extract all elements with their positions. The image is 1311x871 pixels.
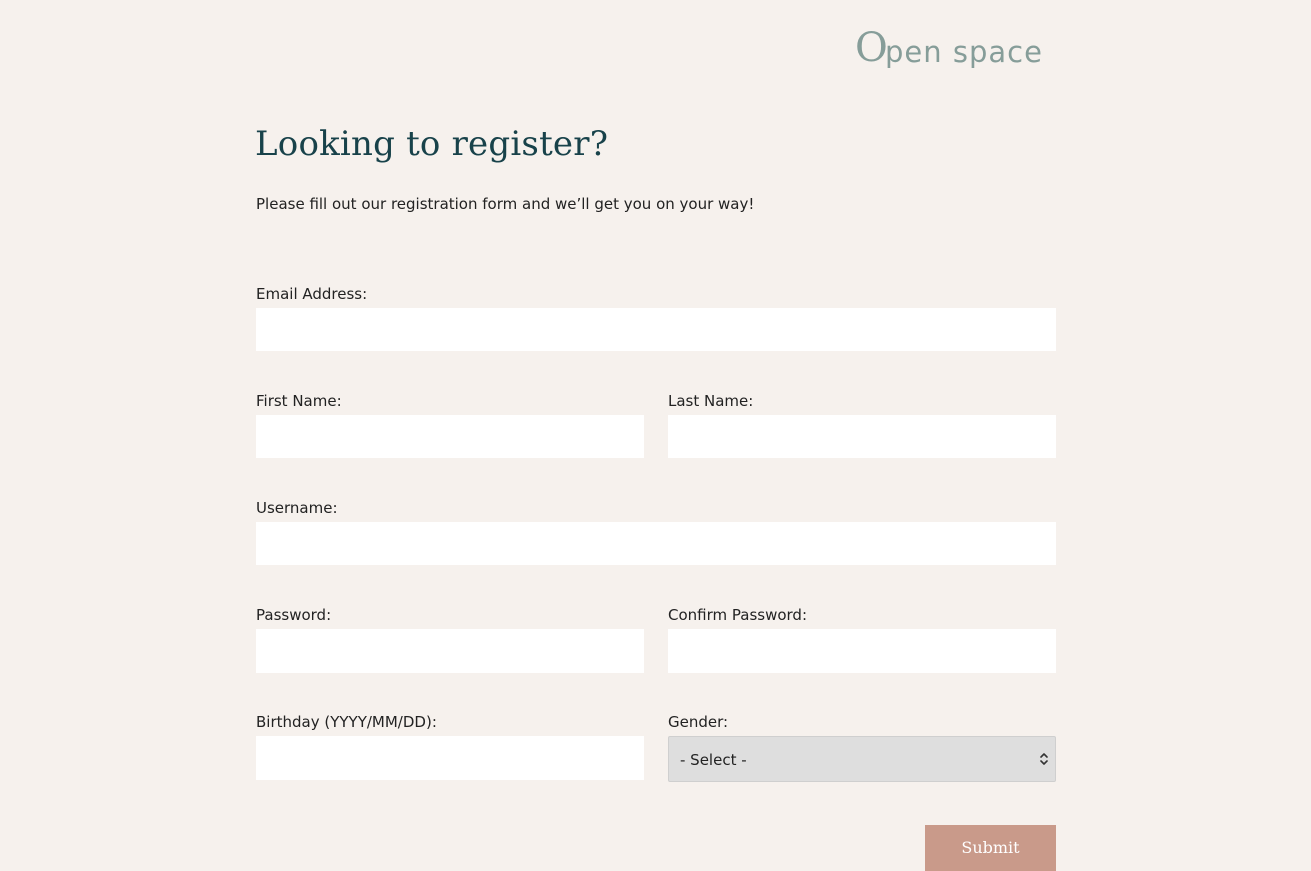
email-label: Email Address:	[256, 285, 368, 303]
confirm-password-field[interactable]	[668, 629, 1056, 673]
birthday-field[interactable]	[256, 736, 644, 780]
last-name-label: Last Name:	[668, 392, 754, 410]
last-name-field[interactable]	[668, 415, 1056, 458]
birthday-label: Birthday (YYYY/MM/DD):	[256, 713, 437, 731]
password-label: Password:	[256, 606, 332, 624]
logo-initial: O	[855, 25, 888, 71]
username-field[interactable]	[256, 522, 1056, 565]
email-field[interactable]	[256, 308, 1056, 351]
submit-button[interactable]: Submit	[925, 825, 1056, 871]
password-field[interactable]	[256, 629, 644, 673]
intro-text: Please fill out our registration form an…	[256, 195, 755, 213]
brand-logo[interactable]: O pen space	[855, 26, 1056, 70]
first-name-field[interactable]	[256, 415, 644, 458]
gender-selected-value: - Select -	[680, 751, 747, 769]
page-title: Looking to register?	[255, 124, 609, 164]
username-label: Username:	[256, 499, 338, 517]
first-name-label: First Name:	[256, 392, 342, 410]
chevron-up-down-icon	[1040, 753, 1048, 765]
logo-text: pen space	[885, 35, 1043, 69]
confirm-password-label: Confirm Password:	[668, 606, 808, 624]
gender-select[interactable]: - Select -	[668, 736, 1056, 782]
gender-label: Gender:	[668, 713, 729, 731]
